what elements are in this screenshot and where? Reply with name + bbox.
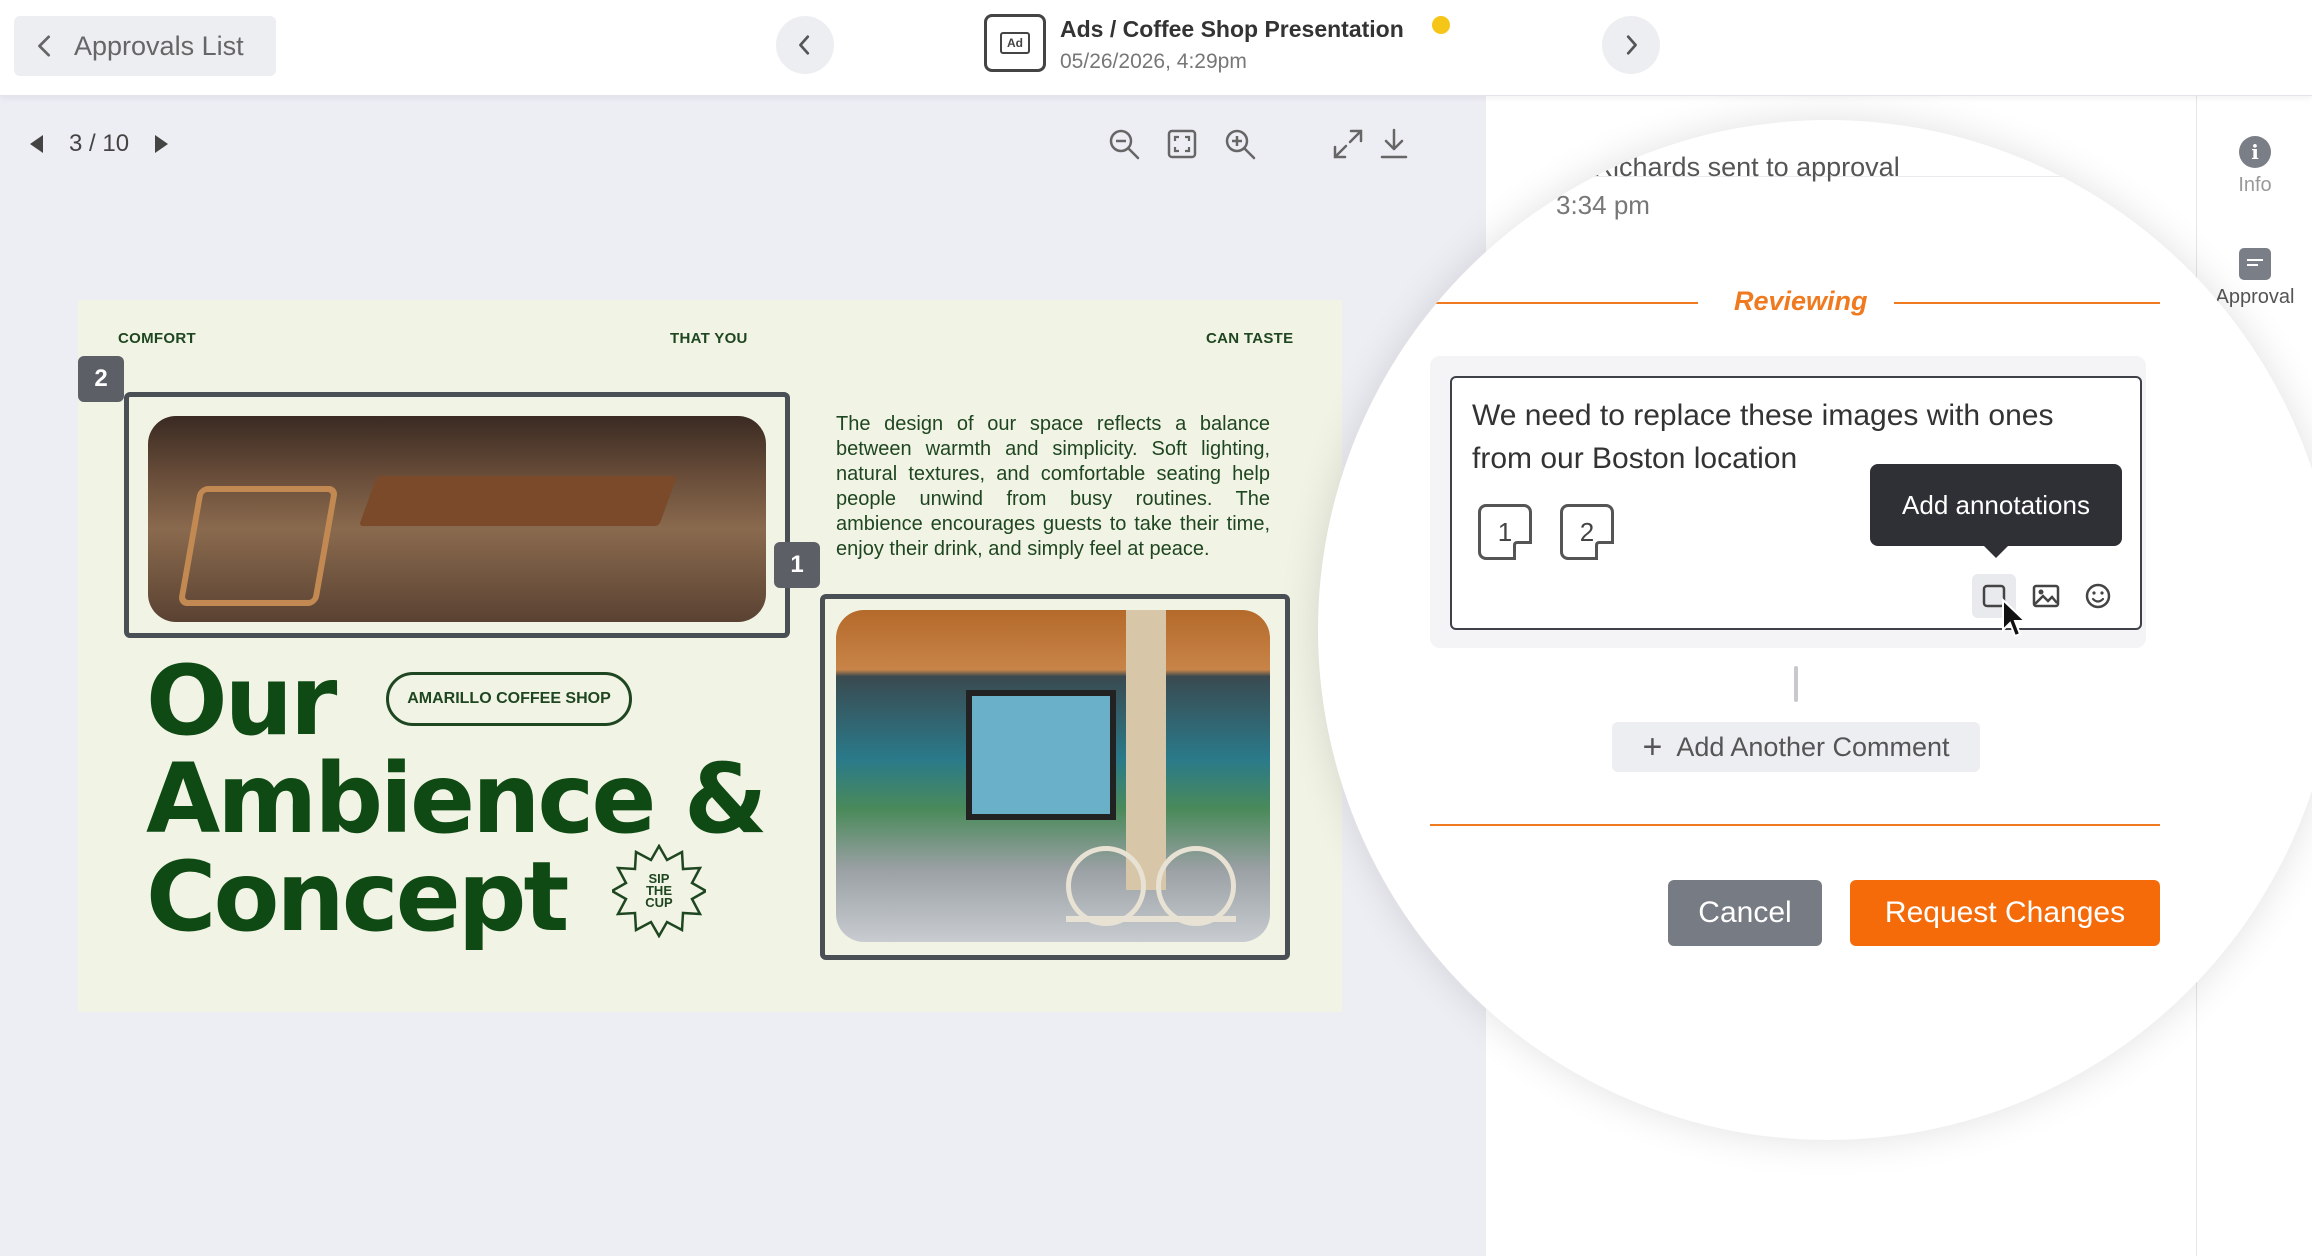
annotation-region-2[interactable] [124,392,790,638]
add-comment-label: Add Another Comment [1676,731,1950,762]
chevron-right-icon [1626,35,1637,55]
document-title: Ads / Coffee Shop Presentation [1060,16,1404,42]
slide-preview[interactable]: COMFORT THAT YOU CAN TASTE The design of… [78,300,1342,1012]
add-another-comment-button[interactable]: + Add Another Comment [1612,722,1980,772]
emoji-button[interactable] [2076,574,2120,618]
annotation-chip-2[interactable]: 2 [1560,504,1614,560]
annotation-marker-2[interactable]: 2 [78,356,124,402]
image-icon [2032,584,2060,608]
section-divider [1430,824,2160,826]
add-annotations-tooltip: Add annotations [1870,464,2122,558]
cancel-button[interactable]: Cancel [1668,880,1822,946]
fit-to-screen-button[interactable] [1164,126,1200,162]
page-pager: 3 / 10 [30,130,169,158]
top-bar: Approvals List Ad Ads / Coffee Shop Pres… [0,0,2312,96]
emoji-icon [2085,583,2111,609]
magnifier-overlay: na Richards sent to approval 3:34 pm Rev… [1318,120,2312,1140]
next-item-button[interactable] [1602,16,1660,74]
thread-connector [1794,666,1798,702]
status-dot [1432,16,1450,34]
reviewing-divider-right [1894,302,2160,304]
previous-item-button[interactable] [776,16,834,74]
slide-header-center: THAT YOU [670,330,748,347]
attach-image-button[interactable] [2024,574,2068,618]
shop-name-pill: AMARILLO COFFEE SHOP [386,672,632,726]
chevron-left-icon [38,35,51,57]
annotation-chip-1[interactable]: 1 [1478,504,1532,560]
zoom-in-icon [1225,129,1256,160]
next-page-icon[interactable] [155,135,169,153]
slide-body-text: The design of our space reflects a balan… [836,413,1270,560]
zoom-out-icon [1109,129,1140,160]
document-date: 05/26/2026, 4:29pm [1060,50,1247,73]
fit-screen-icon [1167,129,1197,159]
reviewing-label: Reviewing [1734,286,1868,316]
previous-page-icon[interactable] [30,135,43,153]
plus-icon: + [1642,728,1663,766]
ad-document-icon: Ad [984,14,1046,72]
mouse-cursor-icon [2002,598,2028,638]
back-button-label: Approvals List [74,30,244,61]
slide-header-left: COMFORT [118,330,196,347]
request-changes-button[interactable]: Request Changes [1850,880,2160,946]
activity-time: 3:34 pm [1556,190,1650,220]
chevron-left-icon [799,35,810,55]
zoom-tools [1106,126,1258,162]
activity-text: na Richards sent to approval [1556,152,1900,182]
zoom-out-button[interactable] [1106,126,1142,162]
approvals-list-back-button[interactable]: Approvals List [14,16,276,76]
reviewing-divider-left [1430,302,1698,304]
slide-header-right: CAN TASTE [1206,330,1294,347]
annotation-marker-1[interactable]: 1 [774,542,820,588]
page-indicator: 3 / 10 [69,130,130,157]
sip-the-cup-badge: SIP THE CUP [609,843,709,939]
annotation-region-1[interactable] [820,594,1290,960]
zoom-in-button[interactable] [1222,126,1258,162]
